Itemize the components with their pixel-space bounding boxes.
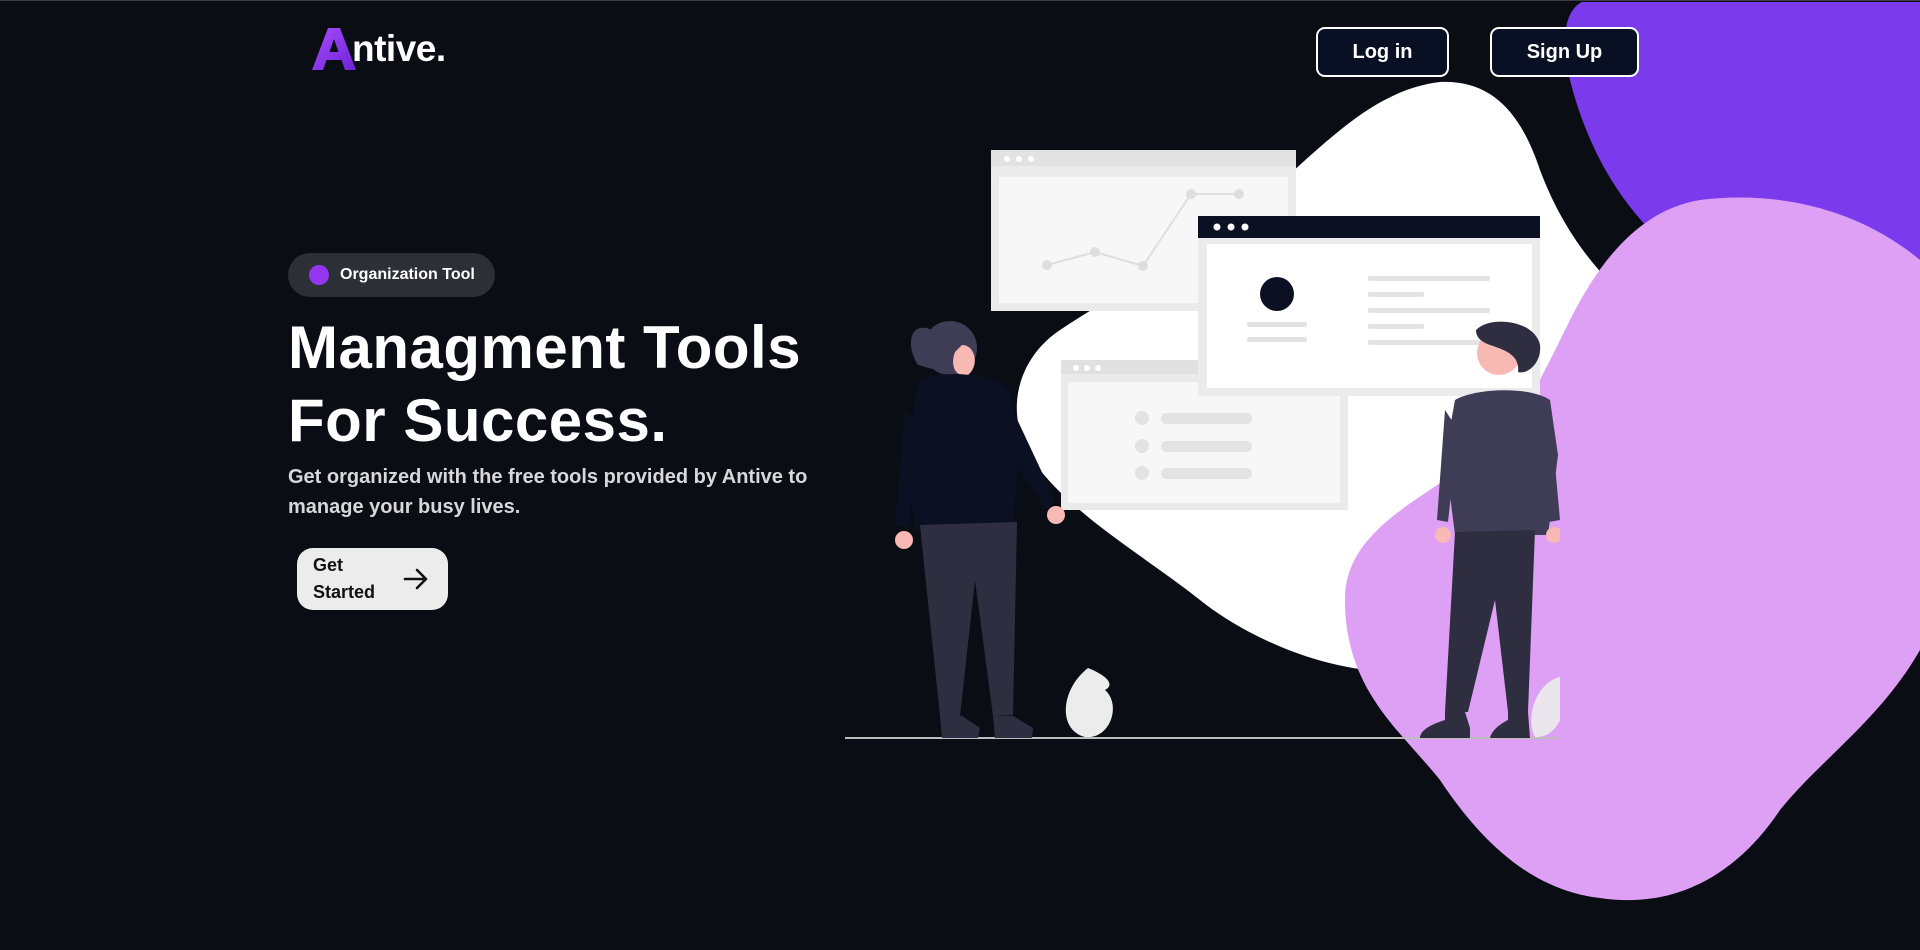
hero-illustration — [845, 150, 1560, 739]
hero-title-line-1: Managment Tools — [288, 314, 802, 381]
hero-title: Managment Tools For Success. — [288, 311, 801, 457]
get-started-label-line-2: Started — [313, 582, 376, 602]
leaf-left-illustration — [1065, 668, 1113, 738]
badge-dot-icon — [309, 265, 329, 285]
signup-button[interactable]: Sign Up — [1490, 27, 1639, 77]
get-started-button[interactable]: Get Started — [297, 548, 448, 610]
hero-subtitle-line-1: Get organized with the free tools provid… — [288, 466, 808, 488]
login-button[interactable]: Log in — [1316, 27, 1449, 77]
arrow-right-icon — [403, 568, 428, 590]
get-started-label: Get Started — [313, 552, 383, 606]
get-started-label-line-1: Get — [313, 555, 344, 575]
category-badge: Organization Tool — [288, 253, 495, 297]
hero-subtitle-line-2: manage your busy lives. — [288, 496, 521, 518]
hero-subtitle: Get organized with the free tools provid… — [288, 462, 828, 522]
letter-a-logo-icon — [312, 28, 356, 70]
badge-label: Organization Tool — [340, 266, 475, 283]
brand-name: ntive. — [352, 28, 446, 69]
brand-logo[interactable]: ntive. — [312, 26, 446, 72]
hero-title-line-2: For Success. — [288, 387, 668, 454]
leaf-right-illustration — [1531, 677, 1560, 738]
woman-figure-illustration — [895, 321, 1065, 738]
